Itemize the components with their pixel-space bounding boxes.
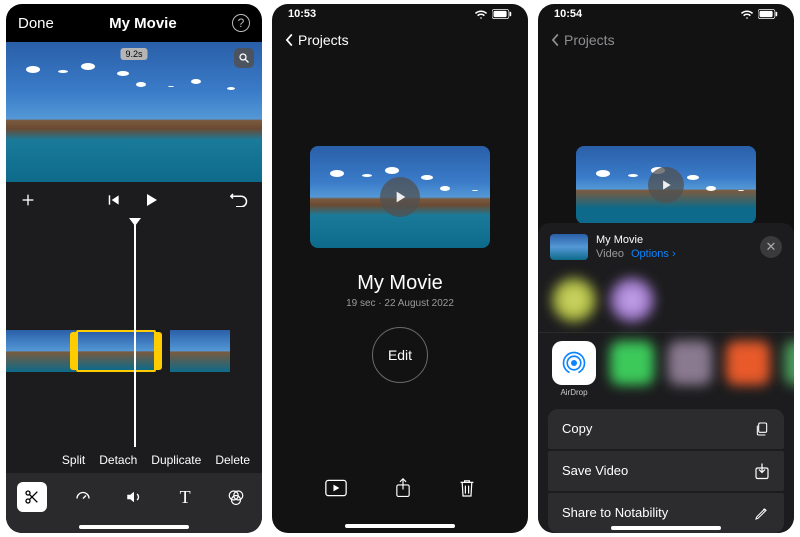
nav-back[interactable]: Projects [272, 24, 528, 56]
save-video-action[interactable]: Save Video [548, 451, 784, 491]
text-icon[interactable]: T [170, 482, 200, 512]
help-icon[interactable]: ? [232, 14, 250, 32]
chevron-left-icon [550, 33, 560, 47]
contacts-row[interactable] [538, 272, 794, 332]
wifi-icon [740, 9, 754, 19]
delete-button[interactable]: Delete [215, 453, 250, 467]
bottom-toolbar [272, 457, 528, 519]
share-app[interactable] [610, 341, 654, 397]
speed-icon[interactable] [68, 482, 98, 512]
share-app[interactable] [668, 341, 712, 397]
trash-icon[interactable] [459, 478, 475, 498]
project-body: My Movie 19 sec · 22 August 2022 Edit [272, 56, 528, 457]
zoom-icon[interactable] [234, 48, 254, 68]
wifi-icon [474, 9, 488, 19]
action-label: Share to Notability [562, 505, 668, 520]
home-indicator[interactable] [6, 521, 262, 533]
duration-badge: 9.2s [120, 48, 147, 60]
playback-controls [6, 182, 262, 218]
copy-icon [754, 421, 770, 437]
edit-button[interactable]: Edit [372, 327, 428, 383]
clip-selected[interactable] [76, 330, 156, 372]
back-label: Projects [564, 32, 615, 48]
clip-actions-bar: Split Detach Duplicate Delete [6, 447, 262, 473]
skip-start-icon[interactable] [107, 193, 121, 207]
chevron-left-icon [284, 33, 294, 47]
apps-row[interactable]: AirDrop [538, 332, 794, 409]
share-header: My Movie Video Options › ✕ [538, 223, 794, 272]
share-app[interactable] [784, 341, 794, 397]
play-icon[interactable] [143, 192, 159, 208]
share-icon[interactable] [395, 478, 411, 498]
phone-share-sheet: 10:54 Projects My Movie Video Options › … [538, 4, 794, 533]
airdrop-label: AirDrop [560, 388, 587, 397]
duplicate-button[interactable]: Duplicate [151, 453, 201, 467]
detach-button[interactable]: Detach [99, 453, 137, 467]
share-thumbnail [550, 234, 588, 260]
back-label: Projects [298, 32, 349, 48]
done-button[interactable]: Done [18, 15, 54, 32]
copy-action[interactable]: Copy [548, 409, 784, 449]
timeline[interactable] [6, 218, 262, 447]
home-indicator[interactable] [538, 526, 794, 530]
play-overlay-icon[interactable] [380, 177, 420, 217]
options-link[interactable]: Options › [631, 248, 676, 260]
action-list: Copy Save Video Share to Notability [538, 409, 794, 533]
home-indicator[interactable] [272, 519, 528, 533]
share-sheet: My Movie Video Options › ✕ AirDrop [538, 223, 794, 533]
filters-icon[interactable] [221, 482, 251, 512]
battery-icon [758, 9, 778, 19]
editor-navbar: Done My Movie ? [6, 4, 262, 42]
download-icon [754, 462, 770, 480]
share-kind: Video [596, 248, 624, 260]
airdrop-app[interactable]: AirDrop [552, 341, 596, 397]
nav-back[interactable]: Projects [538, 24, 794, 56]
action-label: Save Video [562, 463, 628, 478]
action-label: Copy [562, 421, 592, 436]
status-time: 10:54 [554, 8, 582, 20]
playhead[interactable] [134, 218, 136, 447]
contact-avatar[interactable] [610, 278, 654, 322]
phone-project-detail: 10:53 Projects My Movie 19 sec · 22 Augu… [272, 4, 528, 533]
add-media-icon[interactable] [20, 192, 36, 208]
toolbar: T [6, 473, 262, 521]
split-button[interactable]: Split [62, 453, 85, 467]
play-rect-icon[interactable] [325, 479, 347, 497]
movie-title: My Movie [357, 272, 443, 295]
project-title: My Movie [109, 15, 177, 32]
share-title: My Movie [596, 233, 752, 247]
status-time: 10:53 [288, 8, 316, 20]
close-icon[interactable]: ✕ [760, 236, 782, 258]
contact-avatar[interactable] [552, 278, 596, 322]
scissors-icon[interactable] [17, 482, 47, 512]
clip[interactable] [170, 330, 230, 372]
undo-icon[interactable] [230, 193, 248, 207]
pencil-icon [754, 505, 770, 521]
phone-editor: Done My Movie ? 9.2s [6, 4, 262, 533]
preview-viewport[interactable]: 9.2s [6, 42, 262, 182]
status-bar: 10:53 [272, 4, 528, 24]
volume-icon[interactable] [119, 482, 149, 512]
project-thumbnail[interactable] [310, 146, 490, 248]
battery-icon [492, 9, 512, 19]
project-thumbnail [576, 146, 756, 224]
status-bar: 10:54 [538, 4, 794, 24]
share-app[interactable] [726, 341, 770, 397]
play-overlay-icon [648, 167, 684, 203]
clip[interactable] [6, 330, 76, 372]
movie-subtitle: 19 sec · 22 August 2022 [346, 298, 454, 309]
